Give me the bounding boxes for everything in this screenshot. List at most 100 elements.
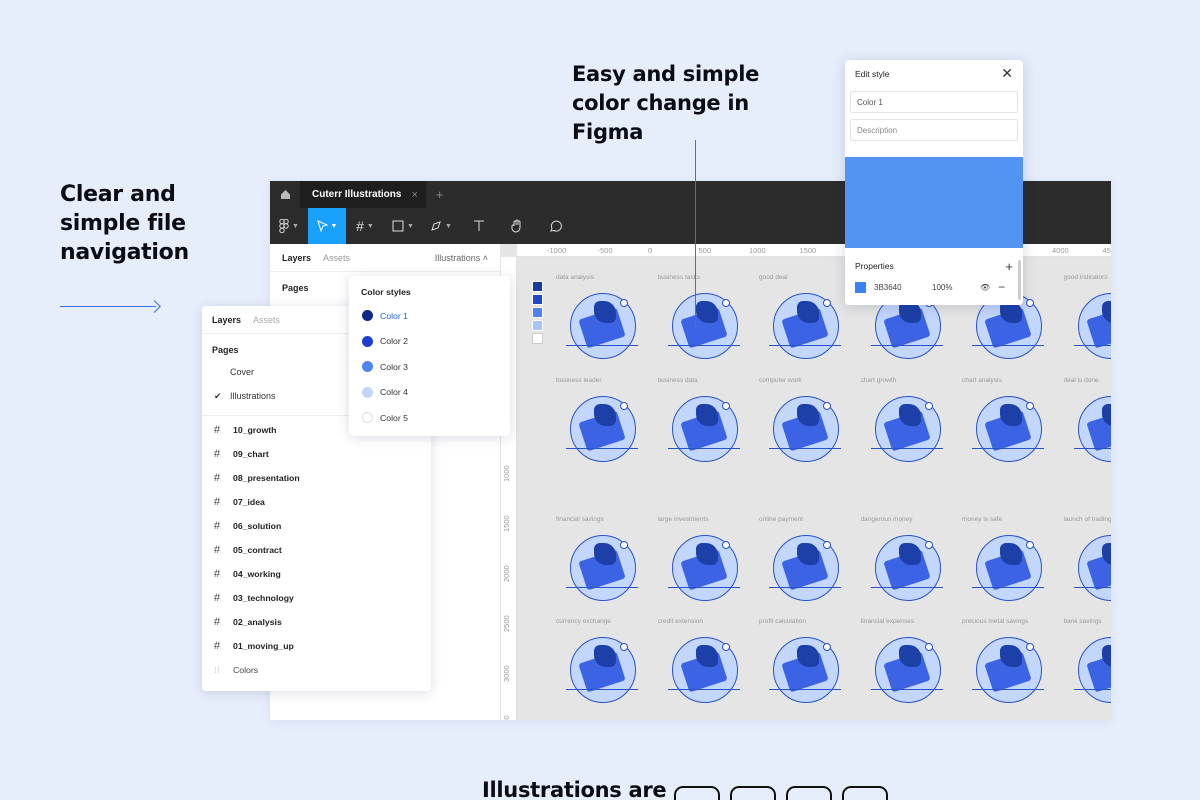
illustration-card[interactable]: dangerous money xyxy=(861,516,961,609)
figma-format-icon xyxy=(730,786,776,800)
scrollbar[interactable] xyxy=(1018,260,1021,300)
layer-item[interactable]: #08_presentation xyxy=(202,466,431,490)
illustration-card[interactable]: financial savings xyxy=(556,516,656,609)
illustration-card[interactable]: precious metal savings xyxy=(962,618,1062,711)
illustration-label: deal is done xyxy=(1063,377,1099,384)
frame-icon: # xyxy=(214,496,221,508)
fill-opacity[interactable]: 100% xyxy=(932,283,972,292)
shape-tool[interactable]: ▼ xyxy=(384,208,422,244)
illustration-card[interactable]: good indicators xyxy=(1064,274,1111,367)
layer-item[interactable]: #02_analysis xyxy=(202,610,431,634)
fill-hex[interactable]: 3B3640 xyxy=(874,283,924,292)
illustration-card[interactable]: business tasks xyxy=(658,274,758,367)
illustration-label: launch of trading xyxy=(1063,516,1112,523)
description-field[interactable]: Description xyxy=(850,119,1018,141)
illustration-image xyxy=(1070,287,1111,367)
properties-section: Properties + 3B3640 100% 👁 − xyxy=(845,256,1023,298)
frame-icon: # xyxy=(214,640,221,652)
move-tool[interactable]: ▼ xyxy=(308,208,346,244)
color-dot-icon xyxy=(362,310,373,322)
layer-label: 04_working xyxy=(233,569,281,579)
color-dot-icon xyxy=(362,412,373,424)
home-icon[interactable] xyxy=(270,181,300,208)
hand-tool[interactable] xyxy=(498,208,536,244)
minus-icon[interactable]: − xyxy=(998,280,1005,294)
ruler-tick-label: 2500 xyxy=(502,615,511,632)
layer-label: 09_chart xyxy=(233,449,269,459)
illustration-card[interactable]: computer work xyxy=(759,377,859,470)
illustration-label: business data xyxy=(657,377,698,384)
layer-item[interactable]: #03_technology xyxy=(202,586,431,610)
color-style-label: Color 2 xyxy=(380,336,409,347)
edit-style-header: Edit style ✕ xyxy=(845,60,1023,87)
illustration-card[interactable]: business data xyxy=(658,377,758,470)
illustration-card[interactable]: financial expenses xyxy=(861,618,961,711)
check-icon: ✔ xyxy=(214,390,222,401)
layer-item-colors[interactable]: ⁝⁝ Colors xyxy=(202,658,431,682)
illustration-image xyxy=(562,287,642,367)
illustration-card[interactable]: money is safe xyxy=(962,516,1062,609)
color-style-item[interactable]: Color 2 xyxy=(349,329,510,355)
headline-illustrations: Illustrations are xyxy=(482,778,667,800)
color-style-item[interactable]: Color 3 xyxy=(349,354,510,380)
illustration-card[interactable]: good deal xyxy=(759,274,859,367)
layer-item[interactable]: #09_chart xyxy=(202,442,431,466)
page-selector[interactable]: Illustrations ˄ xyxy=(435,253,488,263)
layer-item[interactable]: #01_moving_up xyxy=(202,634,431,658)
illustration-image xyxy=(867,631,947,711)
layer-label: 05_contract xyxy=(233,545,282,555)
file-tab[interactable]: Cuterr Illustrations × xyxy=(300,181,426,208)
style-name-field[interactable]: Color 1 xyxy=(850,91,1018,113)
illustration-card[interactable]: credit extension xyxy=(658,618,758,711)
illustration-image xyxy=(765,631,845,711)
illustration-card[interactable]: large investments xyxy=(658,516,758,609)
add-tab-icon[interactable]: + xyxy=(436,187,444,202)
text-tool[interactable] xyxy=(460,208,498,244)
comment-tool[interactable] xyxy=(536,208,574,244)
ruler-tick-label: 1500 xyxy=(799,246,817,255)
color-style-label: Color 5 xyxy=(380,412,409,423)
tab-layers[interactable]: Layers xyxy=(212,315,241,325)
illustration-card[interactable]: business leader xyxy=(556,377,656,470)
tab-layers[interactable]: Layers xyxy=(282,253,311,263)
color-style-item[interactable]: Color 1 xyxy=(349,303,510,329)
tab-assets[interactable]: Assets xyxy=(253,315,280,325)
illustration-card[interactable]: bank savings xyxy=(1064,618,1111,711)
fill-swatch[interactable] xyxy=(855,281,866,293)
frame-tool[interactable]: # ▼ xyxy=(346,208,384,244)
color-styles-heading: Color styles xyxy=(361,287,411,297)
illustration-label: chart growth xyxy=(860,377,897,384)
add-property-icon[interactable]: + xyxy=(1005,259,1013,274)
close-tab-icon[interactable]: × xyxy=(411,189,417,201)
pen-tool[interactable]: ▼ xyxy=(422,208,460,244)
layer-item[interactable]: #07_idea xyxy=(202,490,431,514)
figma-menu-button[interactable]: ▼ xyxy=(270,208,308,244)
illustration-card[interactable]: data analysis xyxy=(556,274,656,367)
illustration-card[interactable]: chart growth xyxy=(861,377,961,470)
layer-item[interactable]: #05_contract xyxy=(202,538,431,562)
close-icon[interactable]: ✕ xyxy=(1001,65,1013,82)
color-style-item[interactable]: Color 4 xyxy=(349,380,510,406)
illustration-card[interactable]: deal is done xyxy=(1063,377,1111,470)
illustration-image xyxy=(765,529,845,609)
eye-icon[interactable]: 👁 xyxy=(980,283,990,292)
layer-label: 07_idea xyxy=(233,497,265,507)
ruler-tick-label: 1000 xyxy=(749,246,766,255)
illustration-label: good deal xyxy=(759,274,788,281)
canvas[interactable]: -1000 -500 0 500 1000 1500 2000 2500 3000 3500 400… xyxy=(501,244,1111,720)
illustration-card[interactable]: chart analysis xyxy=(962,377,1062,470)
color-style-item[interactable]: Color 5 xyxy=(349,405,510,431)
illustration-card[interactable]: online payment xyxy=(759,516,859,609)
layer-label: 08_presentation xyxy=(233,473,300,483)
tab-assets[interactable]: Assets xyxy=(323,253,350,263)
headline-color-change: Easy and simple color change in Figma xyxy=(572,62,760,144)
illustration-card[interactable]: profit calculation xyxy=(759,618,859,711)
layer-item[interactable]: #06_solution xyxy=(202,514,431,538)
layer-item[interactable]: #04_working xyxy=(202,562,431,586)
illustration-card[interactable]: currency exchange xyxy=(556,618,656,711)
illustration-image xyxy=(867,529,947,609)
ruler-tick-label: 3000 xyxy=(502,665,511,682)
color-picker-swatch[interactable] xyxy=(845,157,1023,248)
ruler-tick-label: 2000 xyxy=(502,565,511,582)
illustration-card[interactable]: launch of trading xyxy=(1063,516,1112,609)
